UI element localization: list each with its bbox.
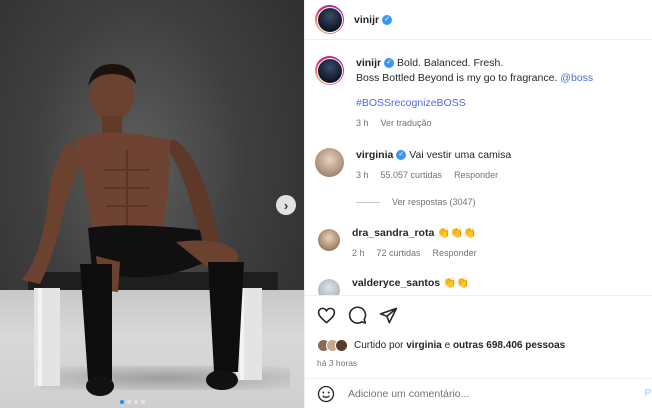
comment-likes[interactable]: 72 curtidas: [377, 248, 421, 258]
comment-username[interactable]: valderyce_santos: [352, 277, 440, 289]
commenter-avatar[interactable]: [318, 279, 340, 295]
post-timestamp: há 3 horas: [317, 358, 358, 368]
liked-by[interactable]: Curtido por virginia e outras 698.406 pe…: [317, 339, 565, 352]
replies-divider: [356, 201, 380, 203]
comment-username[interactable]: dra_sandra_rota: [352, 227, 434, 239]
liked-by-conjunction: e: [444, 340, 451, 351]
liked-by-text: Curtido por virginia e outras 698.406 pe…: [354, 340, 565, 351]
post-header: vinijr ✓: [305, 0, 652, 40]
post-actions: Curtido por virginia e outras 698.406 pe…: [305, 295, 652, 407]
reply-button[interactable]: Responder: [433, 248, 477, 258]
verified-icon: ✓: [382, 14, 393, 25]
commenter-avatar[interactable]: [318, 229, 340, 251]
comments-list[interactable]: vinijr ✓ Bold. Balanced. Fresh. Boss Bott…: [305, 40, 652, 295]
comment-likes[interactable]: 55.057 curtidas: [381, 170, 443, 180]
author-username[interactable]: vinijr: [354, 14, 379, 26]
caption-username[interactable]: vinijr: [356, 57, 381, 69]
liked-by-user[interactable]: virginia: [406, 340, 442, 351]
heart-icon[interactable]: [317, 306, 336, 325]
commenter-avatar[interactable]: [315, 148, 344, 177]
view-replies-label[interactable]: Ver respostas (3047): [392, 197, 476, 207]
liker-avatar: [335, 339, 348, 352]
comment-meta: 2 h 72 curtidas Responder: [352, 246, 632, 261]
comment-text: Vai vestir uma camisa: [409, 149, 512, 161]
caption-time: 3 h: [356, 118, 369, 128]
reply-button[interactable]: Responder: [454, 170, 498, 180]
comment-icon[interactable]: [348, 306, 367, 325]
comment-username[interactable]: virginia: [356, 149, 393, 161]
action-icons: [317, 306, 398, 325]
carousel-dot: [141, 400, 145, 404]
share-icon[interactable]: [379, 306, 398, 325]
post-comment-button[interactable]: P: [644, 388, 651, 399]
comment-time: 3 h: [356, 170, 369, 180]
caption-mention[interactable]: @boss: [560, 72, 593, 84]
comment-time: 2 h: [352, 248, 365, 258]
caption: vinijr ✓ Bold. Balanced. Fresh. Boss Bott…: [315, 56, 636, 131]
carousel-dot: [134, 400, 138, 404]
carousel-dot: [120, 400, 124, 404]
caption-meta: 3 h Ver tradução: [356, 116, 636, 131]
comment-text: 👏👏👏: [437, 227, 477, 239]
emoji-icon[interactable]: [317, 385, 335, 403]
post-panel: vinijr ✓ vinijr ✓ Bold. Balanced. Fresh. …: [304, 0, 652, 408]
verified-icon: ✓: [384, 58, 395, 69]
caption-avatar[interactable]: [315, 56, 344, 85]
comment: dra_sandra_rota 👏👏👏 2 h 72 curtidas Respon…: [315, 226, 632, 261]
carousel-next-button[interactable]: ›: [276, 195, 296, 215]
caption-line1: Bold. Balanced. Fresh.: [397, 57, 504, 69]
post-photo[interactable]: ›: [0, 0, 304, 408]
author-avatar[interactable]: [315, 5, 344, 34]
caption-hashtag[interactable]: #BOSSrecognizeBOSS: [356, 97, 466, 109]
chevron-right-icon: ›: [283, 197, 289, 213]
add-comment-bar: P: [305, 378, 652, 408]
caption-line2: Boss Bottled Beyond is my go to fragranc…: [356, 72, 558, 84]
carousel-indicator: [120, 400, 145, 404]
see-translation-link[interactable]: Ver tradução: [381, 118, 432, 128]
comment: valderyce_santos 👏👏: [315, 276, 632, 295]
comment-text: 👏👏: [443, 277, 470, 289]
add-comment-input[interactable]: [348, 387, 618, 400]
carousel-dot: [127, 400, 131, 404]
comment-meta: 3 h 55.057 curtidas Responder: [356, 168, 636, 183]
liked-by-others[interactable]: outras 698.406 pessoas: [453, 340, 565, 351]
liked-by-prefix: Curtido por: [354, 340, 404, 351]
verified-icon: ✓: [396, 150, 407, 161]
photo-illustration: [22, 64, 278, 396]
view-replies[interactable]: Ver respostas (3047): [356, 197, 476, 207]
comment: virginia ✓ Vai vestir uma camisa 3 h 55.05…: [315, 148, 636, 183]
